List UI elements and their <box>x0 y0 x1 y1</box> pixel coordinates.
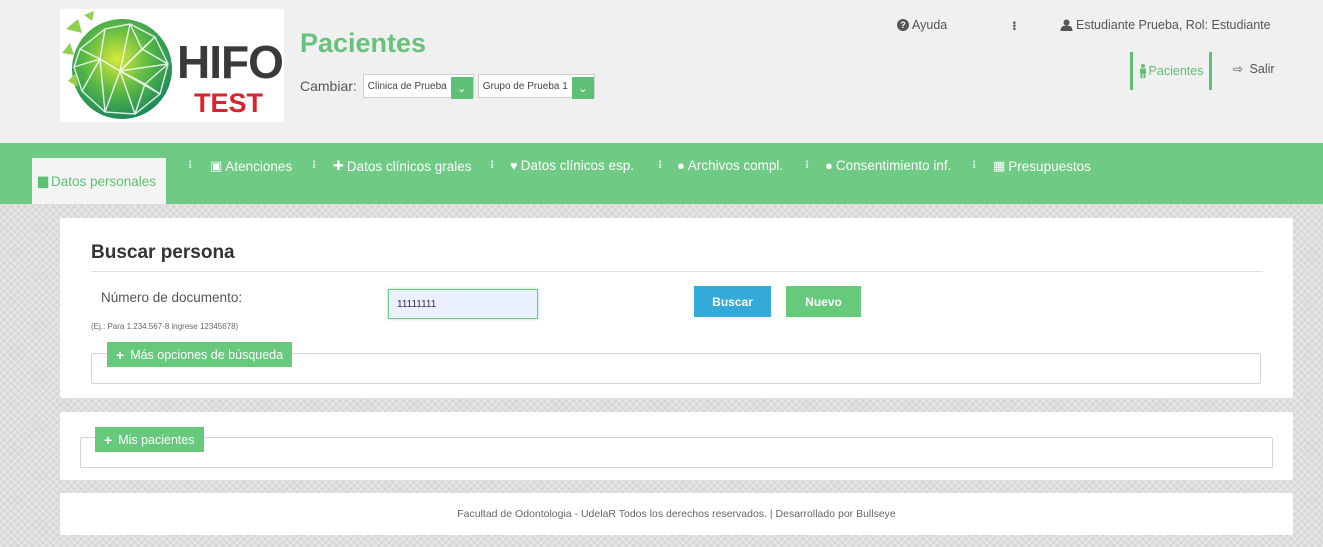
tab-label: Datos personales <box>51 173 157 189</box>
logo-text: HIFO <box>177 36 284 88</box>
tab-label: Consentimiento inf. <box>835 158 952 173</box>
question-circle-icon: ? <box>897 19 909 31</box>
tab-atenciones[interactable]: ▣ Atenciones <box>210 158 292 174</box>
copy-icon: ▆ <box>38 173 48 188</box>
mis-pacientes-label: Mis pacientes <box>118 432 195 447</box>
user-md-icon: ● <box>825 158 833 173</box>
nav-separator: ⁝ <box>658 159 663 171</box>
tab-consentimiento-inf[interactable]: ● Consentimiento inf. <box>825 158 951 173</box>
doc-label: Número de documento: <box>101 290 243 305</box>
divider <box>91 271 1263 272</box>
context-switcher: Cambiar: Clinica de Prueba ⌄ Grupo de Pr… <box>300 74 599 99</box>
tab-label: Archivos compl. <box>687 158 784 173</box>
tab-datos-clinicos-grales[interactable]: ✚ Datos clínicos grales <box>333 158 471 174</box>
nav-separator: ⁝ <box>972 159 977 171</box>
ambulance-icon: ▣ <box>210 158 223 173</box>
mis-pacientes-panel: + Mis pacientes <box>60 412 1293 480</box>
plus-icon: + <box>104 431 113 448</box>
nav-separator: ⁝ <box>188 159 193 171</box>
more-options-label: Más opciones de búsqueda <box>130 347 284 362</box>
sign-out-icon: ⇨ <box>1233 62 1244 76</box>
nav-separator: ⁝ <box>312 159 317 171</box>
globe-logo-icon <box>62 11 172 119</box>
document-number-input[interactable] <box>388 289 538 319</box>
user-menu[interactable]: Estudiante Prueba, Rol: Estudiante <box>1060 18 1271 32</box>
logout-label: Salir <box>1249 62 1275 76</box>
header: HIFO TEST Pacientes Cambiar: Clinica de … <box>0 0 1323 143</box>
chevron-down-icon[interactable]: ⌄ <box>450 77 473 99</box>
help-link[interactable]: ? Ayuda <box>897 18 947 32</box>
tab-datos-clinicos-esp[interactable]: ♥ Datos clínicos esp. <box>510 158 634 173</box>
clinic-select[interactable]: Clinica de Prueba ⌄ <box>362 74 474 99</box>
user-icon <box>1060 19 1073 31</box>
group-select[interactable]: Grupo de Prueba 1 ⌄ <box>477 74 595 99</box>
calculator-icon: ▦ <box>993 158 1006 173</box>
more-options-toggle[interactable]: + Más opciones de búsqueda <box>107 342 293 367</box>
user-label: Estudiante Prueba, Rol: Estudiante <box>1076 18 1271 32</box>
tab-label: Atenciones <box>225 158 293 174</box>
chevron-down-icon[interactable]: ⌄ <box>571 77 594 99</box>
nuevo-button[interactable]: Nuevo <box>786 286 861 317</box>
pacientes-link[interactable]: Pacientes <box>1130 52 1212 90</box>
group-select-value: Grupo de Prueba 1 <box>482 80 568 92</box>
buscar-button[interactable]: Buscar <box>694 286 771 317</box>
nav-separator: ⁝ <box>490 159 495 171</box>
patient-tabs: ▆ Datos personales ⁝ ▣ Atenciones ⁝ ✚ Da… <box>0 143 1323 204</box>
search-title: Buscar persona <box>91 242 235 263</box>
medkit-icon: ✚ <box>333 158 344 173</box>
cambiar-label: Cambiar: <box>300 78 357 94</box>
tab-label: Datos clínicos esp. <box>520 158 635 173</box>
tab-datos-personales[interactable]: ▆ Datos personales <box>32 158 166 204</box>
logout-link[interactable]: ⇨ Salir <box>1233 62 1275 76</box>
help-label: Ayuda <box>912 18 948 32</box>
user-md-icon: ● <box>677 158 685 173</box>
search-panel: Buscar persona Número de documento: (Ej.… <box>60 218 1293 398</box>
mis-pacientes-toggle[interactable]: + Mis pacientes <box>95 427 204 452</box>
mis-pacientes-fieldset <box>80 437 1273 468</box>
pacientes-link-label: Pacientes <box>1148 64 1204 78</box>
male-icon <box>1139 64 1146 78</box>
footer-text: Facultad de Odontologia - UdelaR Todos l… <box>457 508 896 520</box>
tab-archivos-compl[interactable]: ● Archivos compl. <box>677 158 783 173</box>
logo[interactable]: HIFO TEST <box>60 9 284 122</box>
footer: Facultad de Odontologia - UdelaR Todos l… <box>60 493 1293 535</box>
page-title: Pacientes <box>300 28 427 58</box>
logo-subtext: TEST <box>194 88 264 118</box>
clinic-select-value: Clinica de Prueba <box>367 80 447 92</box>
nav-separator: ⁝ <box>805 159 810 171</box>
tab-label: Datos clínicos grales <box>346 158 472 174</box>
heartbeat-icon: ♥ <box>510 158 518 173</box>
plus-icon: + <box>116 346 125 363</box>
tab-label: Presupuestos <box>1008 158 1091 174</box>
doc-hint: (Ej.: Para 1.234.567-8 ingrese 12345678) <box>91 322 239 331</box>
menu-dots-icon[interactable]: ⁝ <box>1012 18 1017 33</box>
tab-presupuestos[interactable]: ▦ Presupuestos <box>993 158 1091 174</box>
